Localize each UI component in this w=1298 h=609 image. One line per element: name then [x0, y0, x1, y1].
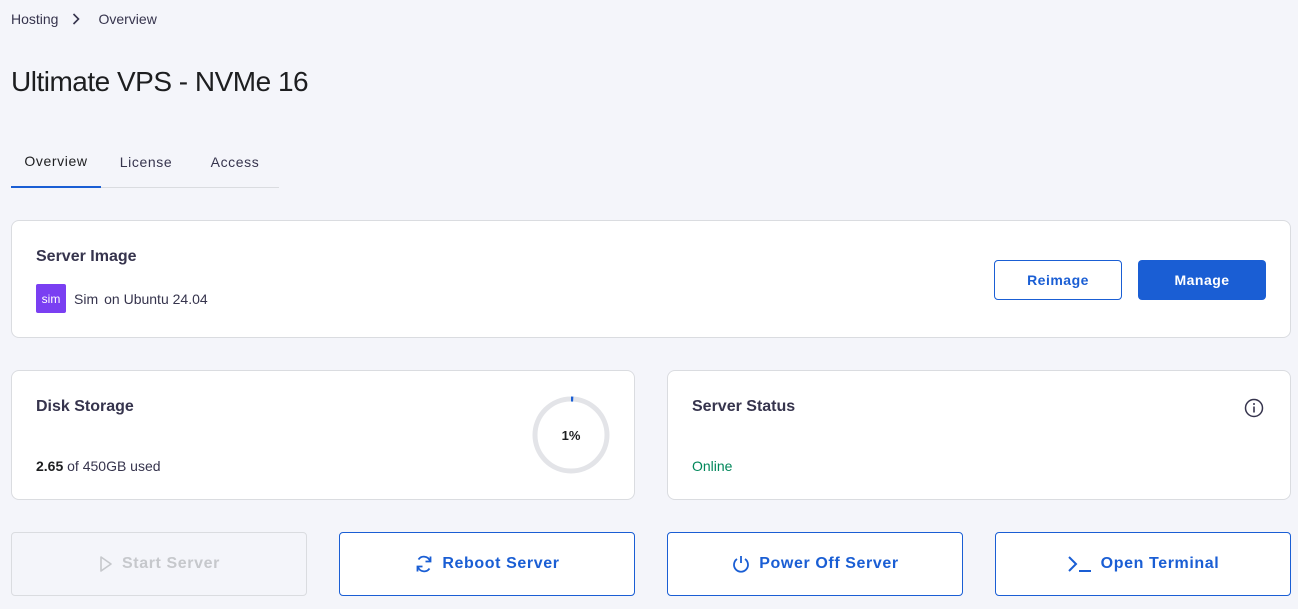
- tab-bar: Overview License Access: [11, 136, 279, 188]
- os-name: Sim: [74, 290, 99, 307]
- power-off-server-button[interactable]: Power Off Server: [667, 532, 963, 596]
- os-info: sim Sim on Ubuntu 24.04: [36, 284, 208, 313]
- server-image-title: Server Image: [36, 248, 137, 265]
- server-status-title: Server Status: [692, 398, 796, 415]
- chevron-right-icon: [72, 13, 81, 25]
- page-title: Ultimate VPS - NVMe 16: [11, 66, 309, 97]
- disk-storage-card: Disk Storage 2.65 of 450GB used 1%: [11, 370, 635, 500]
- reboot-server-label: Reboot Server: [442, 555, 560, 572]
- tab-overview[interactable]: Overview: [11, 136, 101, 188]
- power-off-server-label: Power Off Server: [759, 555, 899, 572]
- refresh-icon: [417, 555, 432, 573]
- os-logo: sim: [36, 284, 66, 313]
- tab-license[interactable]: License: [101, 136, 191, 188]
- disk-usage-text: 2.65 of 450GB used: [36, 458, 161, 474]
- manage-button[interactable]: Manage: [1138, 260, 1266, 300]
- start-server-button[interactable]: Start Server: [11, 532, 307, 596]
- play-icon: [100, 556, 112, 572]
- breadcrumb-overview: Overview: [98, 11, 157, 27]
- tab-access[interactable]: Access: [191, 136, 279, 188]
- disk-storage-title: Disk Storage: [36, 398, 134, 415]
- start-server-label: Start Server: [122, 555, 220, 572]
- disk-total-text: of 450GB used: [67, 458, 161, 474]
- server-status-card: Server Status Online: [667, 370, 1291, 500]
- reboot-server-button[interactable]: Reboot Server: [339, 532, 635, 596]
- server-status-value: Online: [692, 458, 733, 474]
- breadcrumb-hosting-link[interactable]: Hosting: [11, 11, 58, 27]
- disk-usage-percent: 1%: [561, 427, 581, 443]
- info-icon[interactable]: [1244, 398, 1264, 418]
- breadcrumb: Hosting Overview: [11, 11, 157, 27]
- server-image-card: Server Image sim Sim on Ubuntu 24.04 Rei…: [11, 220, 1291, 338]
- open-terminal-button[interactable]: Open Terminal: [995, 532, 1291, 596]
- terminal-icon: [1067, 556, 1091, 572]
- os-base: on Ubuntu 24.04: [104, 290, 208, 307]
- power-icon: [733, 556, 750, 573]
- open-terminal-label: Open Terminal: [1100, 555, 1220, 572]
- disk-used-value: 2.65: [36, 458, 64, 474]
- reimage-button[interactable]: Reimage: [994, 260, 1122, 300]
